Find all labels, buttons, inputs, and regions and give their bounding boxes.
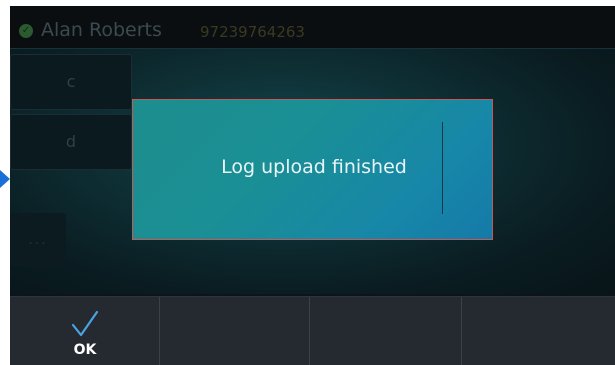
softkey-4[interactable] <box>464 297 614 365</box>
contact-number: 97239764263 <box>200 23 305 41</box>
contact-name: Alan Roberts <box>41 19 162 41</box>
more-label: ... <box>28 232 48 248</box>
softkey-bar: OK <box>10 296 615 365</box>
call-header: ✓ Alan Roberts 97239764263 <box>10 6 615 49</box>
ok-label: OK <box>73 342 97 358</box>
softkey-3[interactable] <box>312 297 462 365</box>
pointer-arrow-icon <box>0 170 10 188</box>
side-key-more[interactable]: ... <box>10 213 66 267</box>
notification-dialog: Log upload finished <box>132 99 493 240</box>
side-key-c[interactable]: c <box>10 54 132 110</box>
ok-softkey[interactable]: OK <box>10 297 160 365</box>
check-circle-icon: ✓ <box>19 24 33 38</box>
side-key-label: c <box>66 72 76 91</box>
checkmark-icon <box>71 310 99 337</box>
softkey-2[interactable] <box>160 297 310 365</box>
phone-screen: ✓ Alan Roberts 97239764263 c d ... Log u… <box>10 6 615 365</box>
side-key-d[interactable]: d <box>10 114 132 170</box>
dialog-divider <box>442 122 443 214</box>
side-key-label: d <box>65 132 77 151</box>
dialog-message: Log upload finished <box>221 156 407 178</box>
